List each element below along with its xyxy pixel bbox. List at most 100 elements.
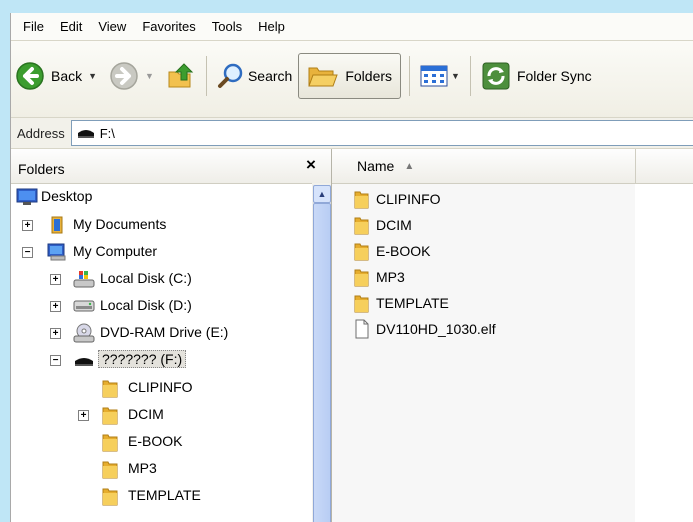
back-button[interactable]: Back ▼	[11, 53, 103, 99]
menu-file[interactable]: File	[11, 13, 52, 40]
expand-icon[interactable]: +	[50, 274, 61, 285]
close-pane-button[interactable]: ×	[306, 155, 316, 175]
folder-icon	[102, 461, 118, 479]
tree-item-desktop[interactable]: Desktop	[11, 185, 311, 209]
toolbar-separator	[409, 56, 411, 96]
tree-item-template[interactable]: TEMPLATE	[11, 484, 311, 508]
tree-label: Desktop	[41, 188, 93, 204]
expand-icon[interactable]: +	[50, 328, 61, 339]
file-name: E-BOOK	[376, 243, 431, 259]
address-value: F:\	[99, 125, 115, 141]
tree-item-dvd-drive[interactable]: + DVD-RAM Drive (E:)	[11, 321, 311, 345]
back-arrow-icon	[16, 62, 44, 90]
file-item-template[interactable]: TEMPLATE	[354, 291, 449, 315]
tree-scrollbar[interactable]: ▲	[312, 183, 331, 522]
file-name: DCIM	[376, 217, 412, 233]
file-item-clipinfo[interactable]: CLIPINFO	[354, 187, 441, 211]
folders-pane-header: Folders ×	[11, 149, 331, 184]
scroll-up-arrow-icon[interactable]: ▲	[313, 185, 331, 203]
my-computer-icon	[47, 243, 66, 261]
sort-ascending-icon: ▲	[404, 160, 415, 172]
folder-sync-icon	[482, 62, 510, 90]
menu-view[interactable]: View	[90, 13, 134, 40]
folder-icon	[102, 407, 118, 425]
up-folder-button[interactable]	[160, 53, 202, 99]
toolbar-separator	[205, 56, 207, 96]
file-item-ebook[interactable]: E-BOOK	[354, 239, 430, 263]
folder-icon	[354, 217, 369, 235]
tree-item-local-disk-d[interactable]: + Local Disk (D:)	[11, 294, 311, 318]
tree-item-mp3[interactable]: MP3	[11, 457, 311, 481]
menu-bar: File Edit View Favorites Tools Help	[11, 13, 693, 41]
tree-item-clipinfo[interactable]: CLIPINFO	[11, 376, 311, 400]
address-bar: Address F:\	[11, 117, 693, 149]
folders-pane: Folders × Desktop + My Documents − My Co…	[11, 149, 332, 522]
folder-sync-label: Folder Sync	[516, 68, 592, 84]
my-documents-icon	[51, 216, 63, 234]
tree-item-dcim[interactable]: + DCIM	[11, 403, 311, 427]
hard-drive-icon	[73, 300, 95, 312]
expand-icon[interactable]: +	[22, 220, 33, 231]
folder-icon	[354, 243, 369, 261]
folder-icon	[354, 295, 369, 313]
menu-tools[interactable]: Tools	[204, 13, 250, 40]
column-header-name[interactable]: Name ▲	[332, 149, 636, 183]
address-input[interactable]: F:\	[70, 120, 693, 146]
forward-dropdown-icon[interactable]: ▼	[145, 71, 154, 81]
file-list-pane: Name ▲ CLIPINFO DCIM E-BOOK MP3 TEMPLATE…	[332, 149, 693, 522]
views-button[interactable]: ▼	[414, 53, 466, 99]
forward-button[interactable]: ▼	[103, 53, 160, 99]
file-item-dv110hd-elf[interactable]: DV110HD_1030.elf	[354, 317, 496, 341]
drive-icon	[77, 130, 94, 138]
file-item-mp3[interactable]: MP3	[354, 265, 405, 289]
file-name: CLIPINFO	[376, 191, 441, 207]
dvd-drive-icon	[73, 323, 95, 343]
folders-label: Folders	[345, 68, 393, 84]
menu-edit[interactable]: Edit	[52, 13, 90, 40]
tree-label: CLIPINFO	[128, 379, 193, 395]
expand-icon[interactable]: +	[78, 410, 89, 421]
toolbar-separator	[469, 56, 471, 96]
menu-favorites[interactable]: Favorites	[134, 13, 203, 40]
tree-label: DVD-RAM Drive (E:)	[100, 324, 229, 340]
column-name-label: Name	[357, 158, 395, 174]
tree-item-my-computer[interactable]: − My Computer	[11, 240, 311, 264]
menu-help[interactable]: Help	[250, 13, 293, 40]
search-label: Search	[247, 68, 293, 84]
expand-icon[interactable]: +	[50, 301, 61, 312]
tree-item-ebook[interactable]: E-BOOK	[11, 430, 311, 454]
collapse-icon[interactable]: −	[50, 355, 61, 366]
windows-drive-icon	[73, 271, 95, 288]
folders-icon	[308, 67, 339, 87]
folder-icon	[354, 269, 369, 287]
folders-pane-title: Folders	[18, 161, 65, 177]
tree-label: Local Disk (C:)	[100, 270, 192, 286]
up-folder-icon	[168, 63, 194, 88]
folder-icon	[102, 434, 118, 452]
views-icon	[420, 65, 448, 87]
file-item-dcim[interactable]: DCIM	[354, 213, 412, 237]
tree-label: Local Disk (D:)	[100, 297, 192, 313]
folder-sync-button[interactable]: Folder Sync	[475, 53, 598, 99]
address-label: Address	[17, 125, 65, 141]
tree-item-drive-f[interactable]: − ??????? (F:)	[11, 348, 311, 372]
file-name: DV110HD_1030.elf	[376, 321, 496, 337]
tree-item-my-documents[interactable]: + My Documents	[11, 213, 311, 237]
search-button[interactable]: Search	[211, 53, 298, 99]
folder-icon	[102, 380, 118, 398]
scroll-thumb[interactable]	[313, 203, 331, 522]
desktop-icon	[16, 188, 38, 205]
folders-button[interactable]: Folders	[298, 53, 402, 99]
collapse-icon[interactable]: −	[22, 247, 33, 258]
column-header: Name ▲	[332, 149, 693, 184]
tree-label: My Documents	[73, 216, 167, 232]
file-name: MP3	[376, 269, 405, 285]
tree-label: ??????? (F:)	[98, 350, 187, 368]
blank-file-icon	[355, 319, 369, 339]
file-name: TEMPLATE	[376, 295, 449, 311]
tree-label: E-BOOK	[128, 433, 183, 449]
tree-label: My Computer	[73, 243, 158, 259]
views-dropdown-icon[interactable]: ▼	[451, 71, 460, 81]
back-dropdown-icon[interactable]: ▼	[88, 71, 97, 81]
tree-item-local-disk-c[interactable]: + Local Disk (C:)	[11, 267, 311, 291]
